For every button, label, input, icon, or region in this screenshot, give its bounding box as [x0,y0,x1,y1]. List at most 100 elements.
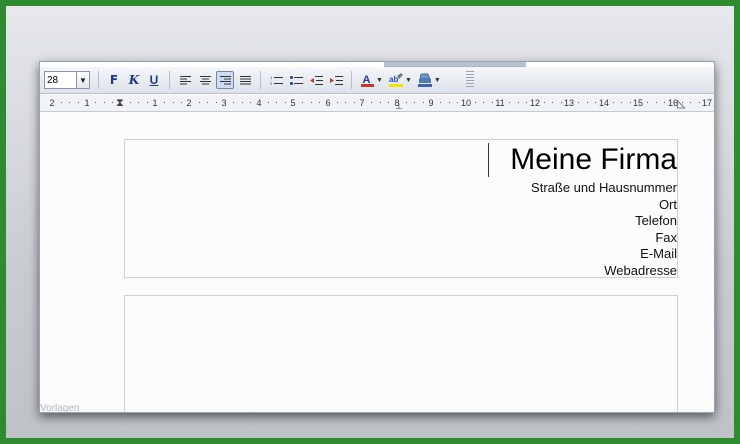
justify-button[interactable] [236,71,254,89]
ruler-tick [560,102,562,103]
ruler[interactable]: 2 1 ⧗ 1 2 3 4 5 6 7 8 9 10 11 12 13 14 1… [40,95,714,112]
bullet-list-icon [289,75,303,85]
document-page[interactable]: Meine Firma Straße und Hausnummer Ort Te… [40,112,714,412]
ruler-tick [543,102,545,103]
desktop-background: ▼ F K U 12 [6,6,734,438]
ruler-tick [138,102,140,103]
bold-button[interactable]: F [105,71,123,89]
ruler-tick [319,102,321,103]
right-indent-marker-icon[interactable]: ◺ [677,97,685,110]
decrease-indent-icon [309,75,323,85]
ruler-tick [388,102,390,103]
tab-stop-marker-icon[interactable]: ⊥ [395,101,403,111]
svg-text:ab: ab [389,75,398,84]
ruler-tick [112,102,114,103]
address-street: Straße und Hausnummer [531,180,677,195]
highlight-icon: ab [388,73,403,87]
watermark-text: Vorlagen [40,403,80,413]
font-size-combobox[interactable]: ▼ [44,71,90,89]
ruler-tick [181,102,183,103]
ruler-tick [586,102,588,103]
toolbar-separator [351,71,352,89]
font-size-dropdown-arrow-icon[interactable]: ▼ [76,72,89,88]
ruler-label: 13 [563,98,575,108]
ruler-tick [302,102,304,103]
numbered-list-icon: 12 [270,75,283,86]
align-left-button[interactable] [176,71,194,89]
ruler-tick [95,102,97,103]
ruler-tick [405,102,407,103]
ruler-tick [664,102,666,103]
company-name[interactable]: Meine Firma [510,142,677,178]
ruler-tick [491,102,493,103]
ruler-tick [655,102,657,103]
ruler-tick [621,102,623,103]
justify-icon [239,76,251,85]
ruler-label: 12 [529,98,541,108]
align-center-button[interactable] [196,71,214,89]
ruler-tick [353,102,355,103]
italic-button[interactable]: K [125,71,143,89]
ruler-tick [60,102,62,103]
address-city: Ort [658,196,677,212]
ruler-tick [284,102,286,103]
font-color-button[interactable]: A [358,71,376,89]
ruler-label: 1 [152,98,158,108]
ruler-tick [379,102,381,103]
ruler-label: 6 [325,98,331,108]
svg-text:2: 2 [270,81,273,86]
ruler-tick [310,102,312,103]
address-block[interactable]: Straße und Hausnummer Ort Telefon Fax E-… [531,180,677,280]
align-center-icon [199,76,211,85]
highlight-button[interactable]: ab [387,71,405,89]
font-color-dropdown-icon[interactable]: ▼ [376,77,383,84]
align-right-icon [219,76,231,85]
formatting-toolbar: ▼ F K U 12 [40,67,714,94]
increase-indent-icon [329,75,343,85]
ruler-tick [207,102,209,103]
ruler-tick [578,102,580,103]
ruler-tick [172,102,174,103]
ruler-tick [250,102,252,103]
hanging-indent-marker-icon[interactable]: ⧗ [116,97,124,110]
background-color-button[interactable] [416,71,434,89]
ruler-tick [517,102,519,103]
ruler-tick [129,102,131,103]
font-size-input[interactable] [45,73,75,87]
ruler-label: 9 [428,98,434,108]
ruler-tick [233,102,235,103]
ruler-tick [241,102,243,103]
align-right-button[interactable] [216,71,234,89]
background-color-icon [417,73,432,87]
increase-indent-button[interactable] [327,71,345,89]
ruler-label: 2 [186,98,192,108]
ruler-tick [698,102,700,103]
highlight-dropdown-icon[interactable]: ▼ [405,77,412,84]
ruler-tick [440,102,442,103]
ruler-tick [509,102,511,103]
bullet-list-button[interactable] [287,71,305,89]
decrease-indent-button[interactable] [307,71,325,89]
ruler-tick [690,102,692,103]
ruler-label: 10 [460,98,472,108]
ruler-tick [345,102,347,103]
editor-window: ▼ F K U 12 [39,61,715,413]
body-frame[interactable] [124,295,678,412]
align-left-icon [179,76,191,85]
ruler-tick [448,102,450,103]
underline-button[interactable]: U [145,71,163,89]
ruler-tick [414,102,416,103]
ruler-tick [552,102,554,103]
toolbar-grip[interactable] [465,71,474,89]
numbered-list-button[interactable]: 12 [267,71,285,89]
ruler-tick [276,102,278,103]
ruler-label: 14 [598,98,610,108]
ruler-label: 1 [84,98,90,108]
ruler-tick [526,102,528,103]
address-phone: Telefon [635,213,677,229]
toolbar-separator [260,71,261,89]
background-color-dropdown-icon[interactable]: ▼ [434,77,441,84]
ruler-tick [336,102,338,103]
toolbar-separator [98,71,99,89]
header-frame[interactable]: Meine Firma Straße und Hausnummer Ort Te… [124,139,678,278]
